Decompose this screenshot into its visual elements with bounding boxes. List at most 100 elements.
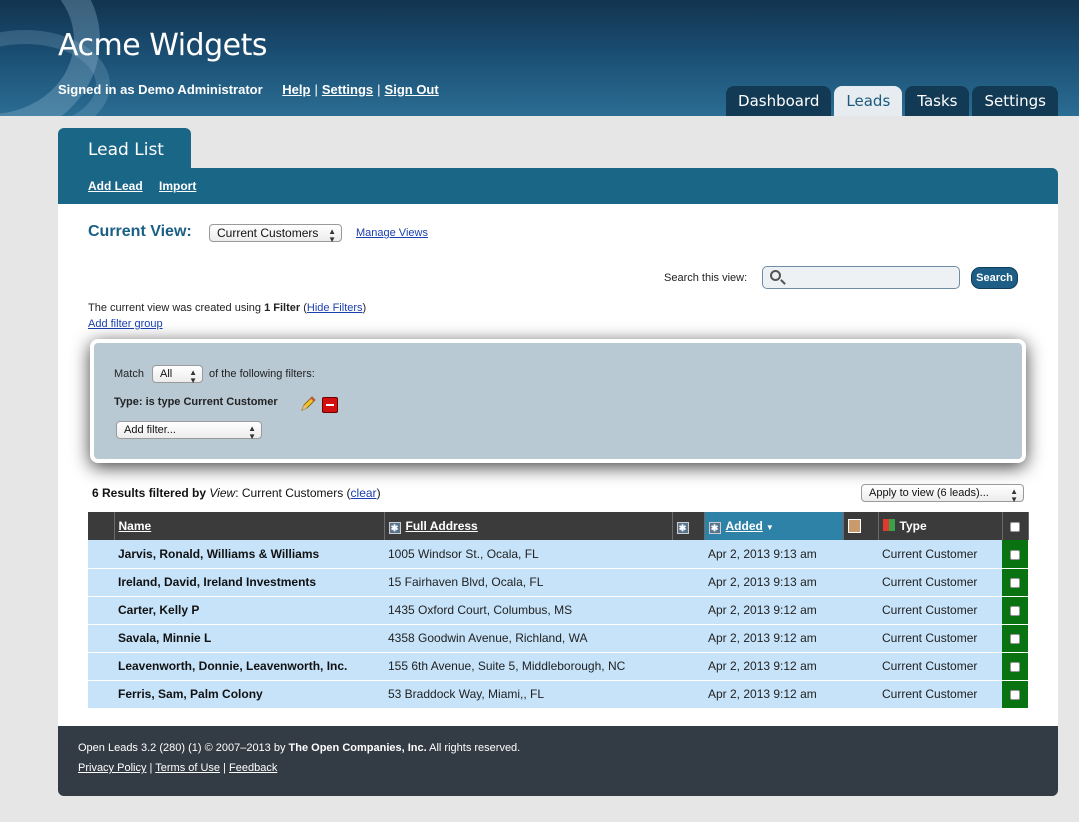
column-options-icon[interactable]: ✱ [676, 521, 689, 534]
lead-name-cell[interactable]: Jarvis, Ronald, Williams & Williams [114, 540, 384, 569]
lead-select-cell[interactable] [1002, 568, 1028, 597]
edit-pencil-icon[interactable] [300, 396, 316, 412]
remove-filter-icon[interactable] [322, 397, 338, 413]
column-options-icon[interactable]: ✱ [708, 521, 721, 534]
lead-list-tab[interactable]: Lead List [58, 128, 191, 170]
lead-extra-cell [672, 540, 704, 569]
row-checkbox[interactable] [1010, 605, 1020, 616]
add-lead-link[interactable]: Add Lead [88, 179, 143, 193]
tab-settings[interactable]: Settings [972, 86, 1058, 116]
signed-in-text: Signed in as Demo Administrator [58, 82, 263, 97]
privacy-policy-link[interactable]: Privacy Policy [78, 762, 146, 774]
table-row[interactable]: Savala, Minnie L 4358 Goodwin Avenue, Ric… [88, 624, 1028, 653]
row-marker-cell [88, 680, 114, 709]
lead-name-cell[interactable]: Carter, Kelly P [114, 596, 384, 625]
search-input[interactable] [762, 266, 960, 289]
terms-of-use-link[interactable]: Terms of Use [155, 762, 220, 774]
lead-select-cell[interactable] [1002, 540, 1028, 569]
lead-added-cell: Apr 2, 2013 9:13 am [704, 540, 843, 569]
filter-rule: Type: is type Current Customer [114, 396, 278, 408]
lead-select-cell[interactable] [1002, 624, 1028, 653]
row-checkbox[interactable] [1010, 633, 1020, 644]
lead-address-cell: 1435 Oxford Court, Columbus, MS [384, 596, 672, 625]
lead-owner-cell [843, 680, 878, 709]
results-view-word: View [209, 486, 236, 500]
clear-filter-link[interactable]: clear [351, 486, 377, 500]
header-type[interactable]: Type [878, 512, 1003, 540]
tab-dashboard[interactable]: Dashboard [726, 86, 832, 116]
table-row[interactable]: Ireland, David, Ireland Investments 15 Fa… [88, 568, 1028, 597]
row-checkbox[interactable] [1010, 549, 1020, 560]
sign-out-link[interactable]: Sign Out [385, 82, 439, 97]
apply-to-view-value: Apply to view (6 leads)... [869, 487, 989, 499]
table-row[interactable]: Jarvis, Ronald, Williams & Williams 1005 … [88, 540, 1028, 569]
settings-link[interactable]: Settings [322, 82, 373, 97]
lead-select-cell[interactable] [1002, 652, 1028, 681]
header-name[interactable]: Name [114, 512, 385, 540]
sort-by-address-link[interactable]: Full Address [406, 519, 478, 533]
lead-owner-cell [843, 652, 878, 681]
lead-actions-bar: Add Lead Import [58, 168, 1058, 204]
copyright-suffix: All rights reserved. [429, 742, 521, 754]
import-link[interactable]: Import [159, 179, 196, 193]
tab-tasks[interactable]: Tasks [905, 86, 970, 116]
copyright-line: Open Leads 3.2 (280) (1) © 2007–2013 by … [78, 742, 520, 754]
lead-extra-cell [672, 596, 704, 625]
lead-address-cell: 1005 Windsor St., Ocala, FL [384, 540, 672, 569]
header-select-all[interactable] [1002, 512, 1029, 540]
match-select[interactable]: All ▲ ▼ [152, 365, 203, 385]
sort-descending-icon: ▼ [765, 522, 774, 532]
results-close-paren: ) [376, 486, 381, 500]
row-marker-cell [88, 540, 114, 569]
lead-name-cell[interactable]: Ireland, David, Ireland Investments [114, 568, 384, 597]
lead-type-cell: Current Customer [878, 568, 1002, 597]
lead-name-cell[interactable]: Ferris, Sam, Palm Colony [114, 680, 384, 709]
filter-summary-prefix: The current view was created using [88, 302, 262, 314]
lead-name-cell[interactable]: Leavenworth, Donnie, Leavenworth, Inc. [114, 652, 384, 681]
type-color-icon [882, 519, 895, 531]
feedback-link[interactable]: Feedback [229, 762, 277, 774]
add-filter-select[interactable]: Add filter... ▲ ▼ [116, 421, 262, 441]
help-link[interactable]: Help [282, 82, 310, 97]
table-row[interactable]: Leavenworth, Donnie, Leavenworth, Inc. 15… [88, 652, 1028, 681]
select-arrows-icon: ▲ ▼ [189, 368, 197, 385]
table-row[interactable]: Ferris, Sam, Palm Colony 53 Braddock Way,… [88, 680, 1028, 709]
lead-select-cell[interactable] [1002, 680, 1028, 709]
results-view-name: : Current Customers ( [235, 486, 351, 500]
lead-extra-cell [672, 624, 704, 653]
row-checkbox[interactable] [1010, 661, 1020, 672]
add-filter-group-link[interactable]: Add filter group [88, 318, 163, 330]
sort-by-added-link[interactable]: Added [726, 519, 763, 533]
select-arrows-icon: ▲ ▼ [1010, 487, 1018, 504]
column-options-icon[interactable]: ✱ [388, 521, 401, 534]
match-label: Match [114, 368, 144, 380]
tab-leads[interactable]: Leads [834, 86, 903, 116]
lead-name-cell[interactable]: Savala, Minnie L [114, 624, 384, 653]
table-row[interactable]: Carter, Kelly P 1435 Oxford Court, Columb… [88, 596, 1028, 625]
header-added[interactable]: ✱ Added ▼ [704, 512, 844, 540]
apply-to-view-select[interactable]: Apply to view (6 leads)... ▲ ▼ [861, 484, 1024, 504]
select-all-checkbox[interactable] [1010, 521, 1020, 532]
lead-owner-cell [843, 596, 878, 625]
header-owner[interactable] [843, 512, 879, 540]
search-button[interactable]: Search [971, 267, 1018, 289]
header-address[interactable]: ✱ Full Address [384, 512, 673, 540]
lead-address-cell: 53 Braddock Way, Miami,, FL [384, 680, 672, 709]
sort-by-name-link[interactable]: Name [119, 519, 152, 533]
lead-extra-cell [672, 680, 704, 709]
row-marker-cell [88, 652, 114, 681]
match-suffix: of the following filters: [209, 368, 315, 380]
add-filter-select-value: Add filter... [124, 424, 176, 436]
header-extra[interactable]: ✱ [672, 512, 705, 540]
row-checkbox[interactable] [1010, 577, 1020, 588]
current-view-label: Current View: [88, 223, 192, 240]
hide-filters-link[interactable]: Hide Filters [307, 302, 363, 314]
search-label: Search this view: [664, 272, 748, 284]
main-nav: Dashboard Leads Tasks Settings [726, 86, 1058, 116]
row-checkbox[interactable] [1010, 689, 1020, 700]
manage-views-link[interactable]: Manage Views [356, 227, 428, 239]
lead-select-cell[interactable] [1002, 596, 1028, 625]
lead-added-cell: Apr 2, 2013 9:12 am [704, 680, 843, 709]
view-select[interactable]: Current Customers ▲ ▼ [209, 224, 342, 244]
lead-address-cell: 4358 Goodwin Avenue, Richland, WA [384, 624, 672, 653]
